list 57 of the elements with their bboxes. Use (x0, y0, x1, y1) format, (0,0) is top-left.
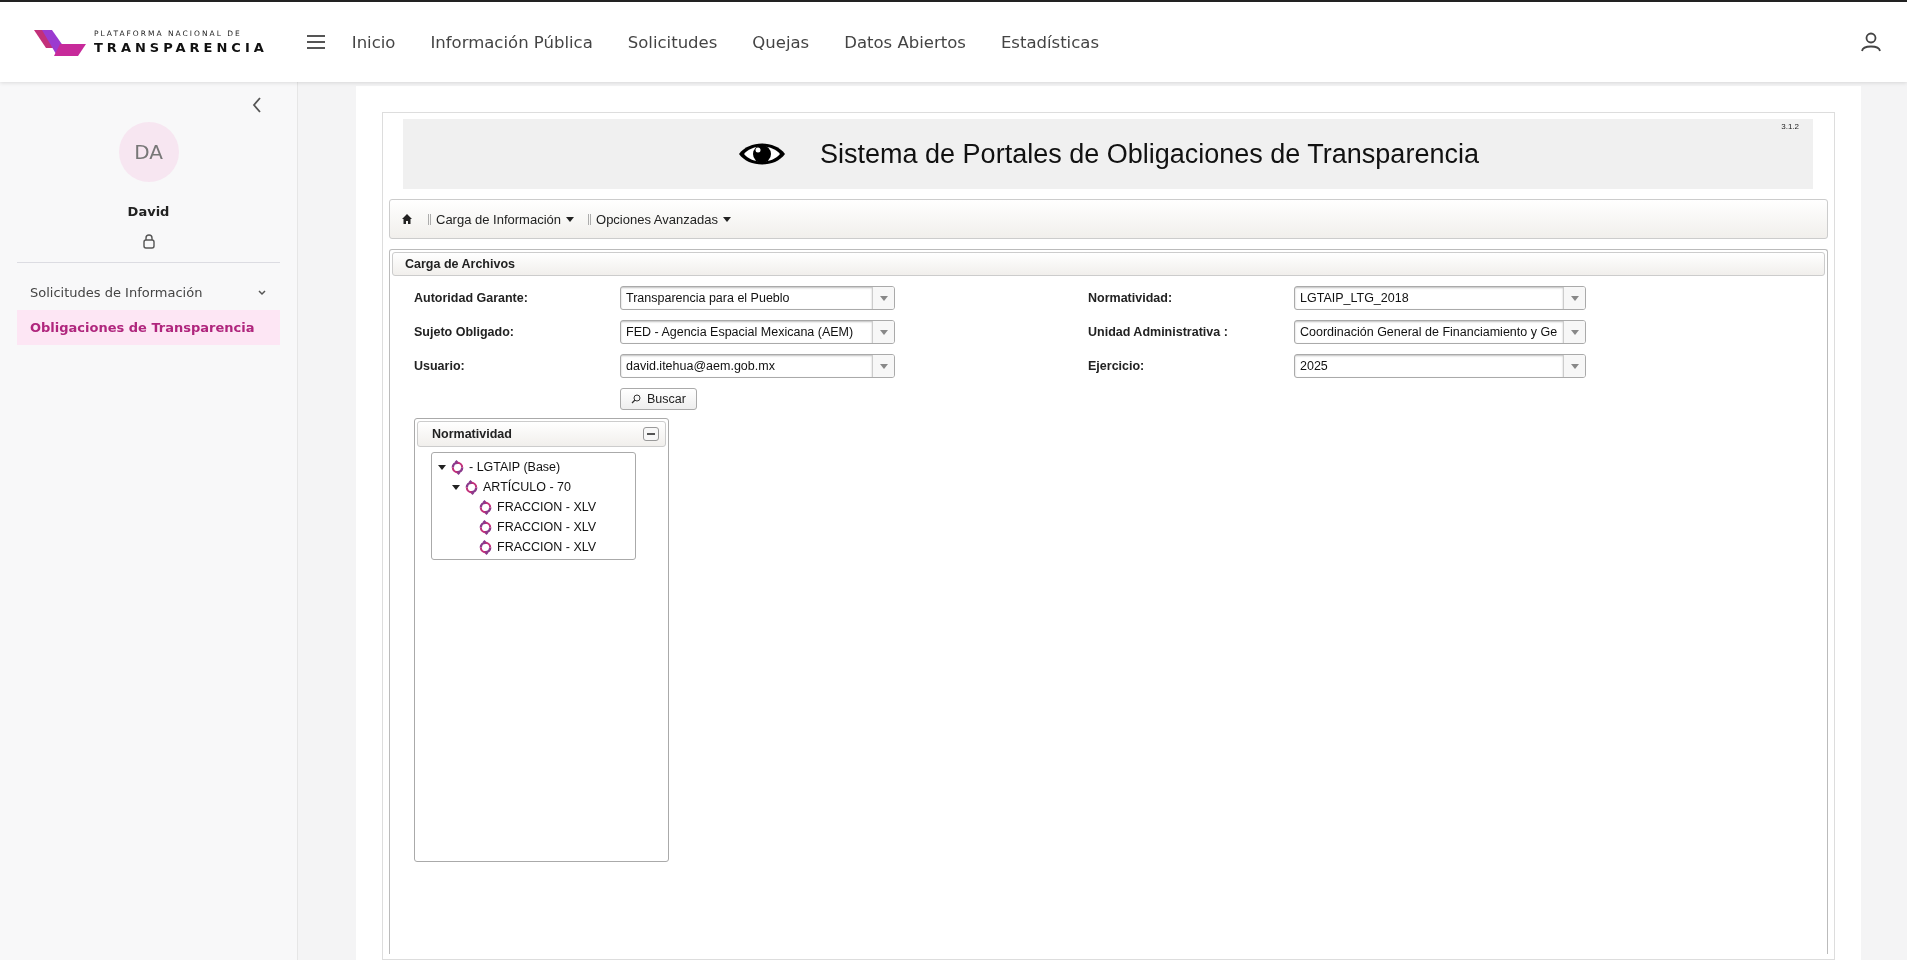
tree-node[interactable]: FRACCION - XLV (497, 500, 597, 514)
menu-dropdown[interactable]: Opciones Avanzadas (588, 211, 735, 227)
field-label: Sujeto Obligado: (414, 325, 515, 339)
caret-icon (1570, 363, 1579, 369)
search-icon (631, 394, 641, 404)
nav-link[interactable]: Información Pública (430, 32, 593, 52)
field-label: Unidad Administrativa : (1088, 325, 1229, 339)
nav-link[interactable]: Estadísticas (1000, 32, 1099, 52)
expand-toggle[interactable] (438, 464, 446, 470)
logo-title: TRANSPARENCIA (94, 40, 268, 54)
field-label: Autoridad Garante: (414, 291, 529, 305)
nav-link[interactable]: Quejas (752, 32, 810, 52)
tree-node[interactable]: FRACCION - XLV (497, 520, 597, 534)
select-field[interactable]: Transparencia para el Pueblo (620, 286, 895, 310)
grip-icon (428, 213, 431, 225)
tree-node[interactable]: - LGTAIP (Base) (469, 460, 561, 474)
chevron-icon (257, 288, 267, 297)
menu-icon[interactable] (305, 34, 326, 50)
sidebar-item[interactable]: Obligaciones de Transparencia (17, 310, 280, 345)
lock-icon[interactable] (141, 233, 156, 249)
nav-link[interactable]: Datos Abiertos (844, 32, 966, 52)
select-field[interactable]: 2025 (1294, 354, 1586, 378)
select-field[interactable]: david.itehua@aem.gob.mx (620, 354, 895, 378)
sidebar-item[interactable]: Solicitudes de Información (17, 275, 280, 310)
caret-icon (1570, 295, 1579, 301)
tree-node[interactable]: FRACCION - XLV (497, 540, 597, 554)
menu-dropdown[interactable]: Carga de Información (428, 211, 578, 227)
caret-icon (566, 216, 574, 222)
user-icon[interactable] (1859, 30, 1883, 54)
avatar: DA (118, 122, 179, 182)
caret-icon (879, 329, 888, 335)
select-field[interactable]: FED - Agencia Espacial Mexicana (AEM) (620, 320, 895, 344)
field-label: Normatividad: (1088, 291, 1174, 305)
logo-icon (34, 28, 86, 56)
expand-toggle[interactable] (452, 484, 460, 490)
collapse-icon[interactable] (250, 96, 264, 114)
version-label: 3.1.2 (1781, 122, 1799, 131)
search-button[interactable]: Buscar (620, 388, 697, 410)
select-field[interactable]: LGTAIP_LTG_2018 (1294, 286, 1586, 310)
field-label: Ejercicio: (1088, 359, 1146, 373)
caret-icon (879, 295, 888, 301)
nav-link[interactable]: Solicitudes (627, 32, 718, 52)
field-label: Usuario: (414, 359, 466, 373)
caret-icon (722, 216, 731, 222)
user-name: David (127, 204, 170, 219)
tree-title: Normatividad (432, 427, 512, 441)
page-title: Sistema de Portales de Obligaciones de Transparencia (820, 138, 1479, 170)
caret-icon (1570, 329, 1579, 335)
minimize-button[interactable] (643, 427, 659, 441)
caret-icon (879, 363, 888, 369)
tree-node[interactable]: ARTÍCULO - 70 (483, 480, 571, 494)
minus-icon (647, 433, 655, 435)
nav-link[interactable]: Inicio (351, 32, 396, 52)
home-icon[interactable] (402, 214, 412, 224)
panel-title: Carga de Archivos (392, 252, 1825, 276)
grip-icon (588, 213, 591, 225)
select-field[interactable]: Coordinación General de Financiamiento y Ge (1294, 320, 1586, 344)
